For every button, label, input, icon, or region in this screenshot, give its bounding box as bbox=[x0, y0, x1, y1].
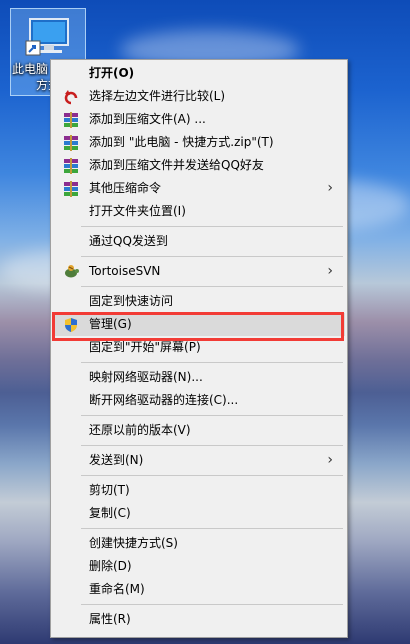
menu-item-delete[interactable]: 删除(D) bbox=[53, 555, 345, 578]
menu-separator bbox=[81, 256, 343, 257]
menu-item-send-qq[interactable]: 通过QQ发送到 bbox=[53, 230, 345, 253]
menu-item-pin-start[interactable]: 固定到"开始"屏幕(P) bbox=[53, 336, 345, 359]
menu-item-label: 断开网络驱动器的连接(C)... bbox=[89, 393, 239, 407]
chevron-right-icon: › bbox=[327, 263, 333, 279]
menu-item-label: 管理(G) bbox=[89, 317, 132, 331]
compare-icon bbox=[63, 89, 79, 105]
menu-item-label: 选择左边文件进行比较(L) bbox=[89, 89, 226, 103]
menu-item-rename[interactable]: 重命名(M) bbox=[53, 578, 345, 601]
menu-separator bbox=[81, 528, 343, 529]
computer-icon bbox=[24, 15, 72, 59]
menu-separator bbox=[81, 445, 343, 446]
menu-item-label: 打开(O) bbox=[89, 66, 135, 80]
menu-item-open-location[interactable]: 打开文件夹位置(I) bbox=[53, 200, 345, 223]
menu-item-label: 重命名(M) bbox=[89, 582, 145, 596]
shield-icon bbox=[63, 317, 79, 333]
context-menu: 打开(O) 选择左边文件进行比较(L) 添加到压缩文件(A) ... 添加到 "此电脑… bbox=[50, 59, 348, 638]
menu-separator bbox=[81, 604, 343, 605]
menu-item-label: 创建快捷方式(S) bbox=[89, 536, 178, 550]
winrar-icon bbox=[63, 135, 79, 151]
menu-item-label: 通过QQ发送到 bbox=[89, 234, 168, 248]
menu-item-create-shortcut[interactable]: 创建快捷方式(S) bbox=[53, 532, 345, 555]
menu-item-map-drive[interactable]: 映射网络驱动器(N)... bbox=[53, 366, 345, 389]
menu-item-label: 添加到 "此电脑 - 快捷方式.zip"(T) bbox=[89, 135, 274, 149]
winrar-icon bbox=[63, 158, 79, 174]
menu-item-disconnect-drive[interactable]: 断开网络驱动器的连接(C)... bbox=[53, 389, 345, 412]
menu-item-compare[interactable]: 选择左边文件进行比较(L) bbox=[53, 85, 345, 108]
tortoise-icon bbox=[63, 264, 79, 280]
menu-item-send-to[interactable]: 发送到(N) › bbox=[53, 449, 345, 472]
menu-item-label: 还原以前的版本(V) bbox=[89, 423, 191, 437]
menu-item-label: TortoiseSVN bbox=[89, 264, 161, 278]
menu-item-label: 复制(C) bbox=[89, 506, 131, 520]
menu-item-label: 固定到快速访问 bbox=[89, 294, 174, 308]
menu-item-label: 映射网络驱动器(N)... bbox=[89, 370, 203, 384]
menu-item-label: 剪切(T) bbox=[89, 483, 130, 497]
winrar-icon bbox=[63, 181, 79, 197]
menu-item-label: 删除(D) bbox=[89, 559, 132, 573]
menu-separator bbox=[81, 362, 343, 363]
menu-item-label: 打开文件夹位置(I) bbox=[89, 204, 186, 218]
menu-item-copy[interactable]: 复制(C) bbox=[53, 502, 345, 525]
menu-item-cut[interactable]: 剪切(T) bbox=[53, 479, 345, 502]
menu-item-other-compress[interactable]: 其他压缩命令 › bbox=[53, 177, 345, 200]
menu-item-open[interactable]: 打开(O) bbox=[53, 62, 345, 85]
chevron-right-icon: › bbox=[327, 452, 333, 468]
chevron-right-icon: › bbox=[327, 180, 333, 196]
menu-item-label: 属性(R) bbox=[89, 612, 131, 626]
menu-item-label: 发送到(N) bbox=[89, 453, 144, 467]
menu-item-label: 添加到压缩文件并发送给QQ好友 bbox=[89, 158, 264, 172]
menu-separator bbox=[81, 415, 343, 416]
menu-item-restore[interactable]: 还原以前的版本(V) bbox=[53, 419, 345, 442]
menu-item-add-archive[interactable]: 添加到压缩文件(A) ... bbox=[53, 108, 345, 131]
menu-item-properties[interactable]: 属性(R) bbox=[53, 608, 345, 631]
menu-item-label: 添加到压缩文件(A) ... bbox=[89, 112, 206, 126]
menu-item-add-send-qq[interactable]: 添加到压缩文件并发送给QQ好友 bbox=[53, 154, 345, 177]
menu-separator bbox=[81, 226, 343, 227]
menu-separator bbox=[81, 475, 343, 476]
menu-item-add-zip[interactable]: 添加到 "此电脑 - 快捷方式.zip"(T) bbox=[53, 131, 345, 154]
menu-separator bbox=[81, 286, 343, 287]
menu-item-tortoisesvn[interactable]: TortoiseSVN › bbox=[53, 260, 345, 283]
menu-item-manage[interactable]: 管理(G) bbox=[53, 313, 345, 336]
menu-item-label: 固定到"开始"屏幕(P) bbox=[89, 340, 201, 354]
menu-item-pin-quick[interactable]: 固定到快速访问 bbox=[53, 290, 345, 313]
menu-item-label: 其他压缩命令 bbox=[89, 181, 162, 195]
winrar-icon bbox=[63, 112, 79, 128]
